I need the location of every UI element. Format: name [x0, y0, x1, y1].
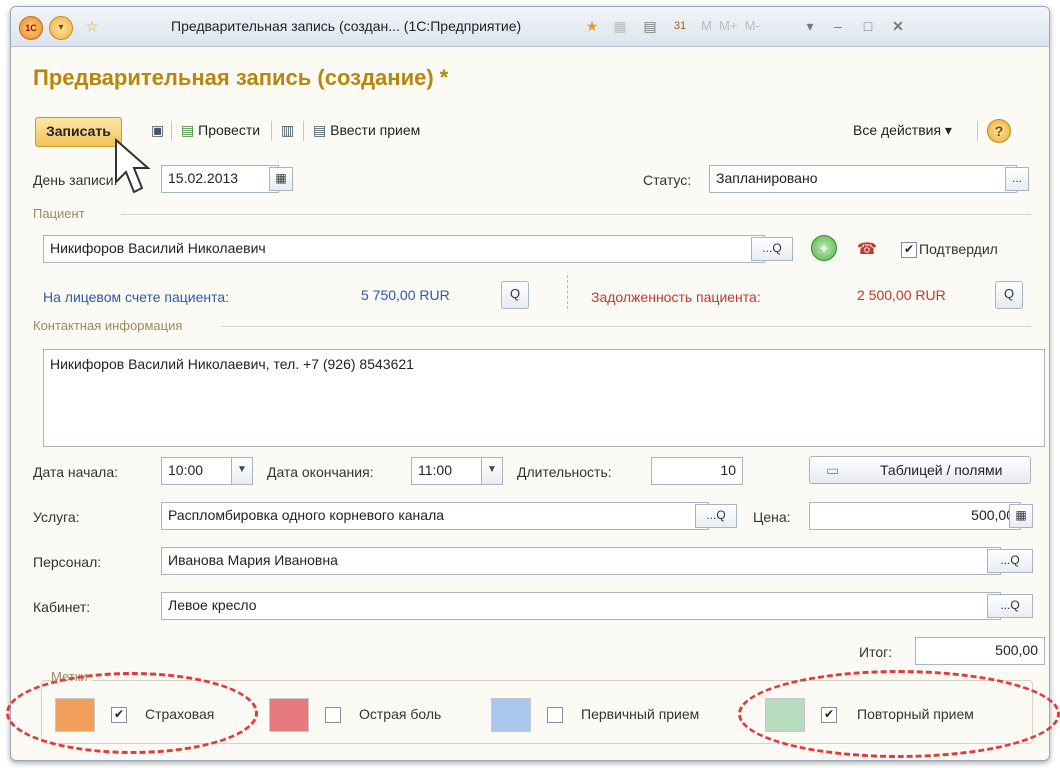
window-title: Предварительная запись (создан... (1С:Пр… — [171, 18, 522, 34]
link-icon[interactable]: ▦ — [611, 17, 629, 35]
confirmed-label: Подтвердил — [919, 241, 998, 257]
duration-field[interactable]: 10 — [651, 457, 743, 485]
calendar-icon[interactable]: 31 — [671, 17, 689, 35]
start-time-field[interactable]: 10:00 — [161, 457, 241, 485]
mem-label: M — [701, 18, 712, 33]
balance-value: 5 750,00 RUR — [361, 287, 450, 303]
post-icon: ▤ — [181, 122, 195, 138]
contact-textarea[interactable]: Никифоров Василий Николаевич, тел. +7 (9… — [43, 349, 1045, 447]
confirmed-checkbox[interactable]: ✔ — [901, 242, 917, 258]
phone-icon[interactable]: ☎ — [857, 239, 879, 258]
restore-icon[interactable]: □ — [859, 17, 877, 35]
cabinet-field[interactable]: Левое кресло — [161, 592, 1001, 620]
patient-group-title: Пациент — [33, 206, 89, 221]
save-button[interactable]: Записать — [35, 117, 122, 147]
search-icon: Q — [716, 508, 726, 522]
cabinet-select-button[interactable]: ...Q — [987, 594, 1033, 618]
report-icon[interactable]: ▥ — [281, 122, 294, 139]
cursor-icon — [112, 137, 152, 198]
add-icon[interactable]: + — [811, 235, 837, 261]
debt-label: Задолженность пациента: — [591, 289, 761, 305]
mark-color-swatch — [491, 698, 531, 732]
service-label: Услуга: — [33, 509, 80, 525]
balance-label: На лицевом счете пациента: — [43, 289, 230, 305]
calendar-icon[interactable]: ▦ — [269, 167, 293, 191]
end-time-field[interactable]: 11:00 — [411, 457, 491, 485]
status-select-button[interactable]: ... — [1005, 167, 1029, 191]
record-day-label: День записи: — [33, 172, 118, 188]
contact-group-title: Контактная информация — [33, 318, 187, 333]
menu-icon[interactable]: ▾ — [49, 16, 73, 40]
table-icon: ▭ — [826, 462, 840, 478]
debt-search-button[interactable]: Q — [995, 281, 1023, 309]
search-icon: Q — [1010, 553, 1020, 567]
duration-label: Длительность: — [517, 464, 612, 480]
balance-search-button[interactable]: Q — [501, 281, 529, 309]
close-icon[interactable]: ✕ — [889, 17, 907, 35]
ellipsis: ... — [762, 241, 773, 255]
ellipsis: ... — [706, 508, 717, 522]
document-icon: ▤ — [313, 122, 327, 138]
status-field[interactable]: Запланировано — [709, 165, 1017, 193]
highlight-ellipse-left — [6, 672, 258, 754]
table-fields-label: Таблицей / полями — [880, 462, 1003, 478]
favorite-icon[interactable]: ★ — [583, 17, 601, 35]
end-time-dropdown[interactable]: ▼ — [481, 457, 503, 485]
all-actions-button[interactable]: Все действия ▾ — [853, 122, 952, 139]
total-label: Итог: — [859, 644, 893, 660]
end-label: Дата окончания: — [267, 464, 374, 480]
search-icon: Q — [1010, 598, 1020, 612]
post-label: Провести — [198, 122, 261, 138]
ellipsis: ... — [1000, 598, 1011, 612]
mem-label: M+ — [719, 18, 738, 33]
staff-field[interactable]: Иванова Мария Ивановна — [161, 547, 1001, 575]
minimize-icon[interactable]: – — [829, 17, 847, 35]
search-icon: Q — [1003, 286, 1015, 301]
service-field[interactable]: Распломбировка одного корневого канала — [161, 502, 709, 530]
cabinet-label: Кабинет: — [33, 599, 91, 615]
record-day-field[interactable]: 15.02.2013 — [161, 165, 279, 193]
save-disk-icon[interactable]: ▣ — [151, 122, 164, 139]
staff-select-button[interactable]: ...Q — [987, 549, 1033, 573]
total-field: 500,00 — [915, 637, 1045, 665]
page-title: Предварительная запись (создание) * — [33, 65, 449, 90]
enter-visit-button[interactable]: ▤ Ввести прием — [313, 122, 420, 139]
mark-checkbox-acute-pain[interactable] — [325, 707, 341, 723]
mark-color-swatch — [269, 698, 309, 732]
contact-text: Никифоров Василий Николаевич, тел. +7 (9… — [50, 356, 414, 372]
search-icon: Q — [772, 241, 782, 255]
title-bar: 1C ▾ ☆ Предварительная запись (создан...… — [11, 7, 1049, 47]
app-window: 1C ▾ ☆ Предварительная запись (создан...… — [10, 6, 1050, 761]
table-fields-button[interactable]: ▭ Таблицей / полями — [809, 456, 1031, 484]
price-label: Цена: — [753, 509, 791, 525]
service-select-button[interactable]: ...Q — [695, 504, 737, 528]
memory-icon[interactable]: M M+ M- — [701, 17, 781, 35]
patient-field[interactable]: Никифоров Василий Николаевич — [43, 235, 765, 263]
calculator-icon[interactable]: ▤ — [641, 17, 659, 35]
start-label: Дата начала: — [33, 464, 119, 480]
mem-label: M- — [744, 18, 760, 33]
highlight-ellipse-right — [738, 670, 1060, 758]
ellipsis: ... — [1000, 553, 1011, 567]
search-icon: Q — [509, 286, 521, 301]
mark-label: Острая боль — [359, 706, 442, 722]
debt-value: 2 500,00 RUR — [857, 287, 946, 303]
staff-label: Персонал: — [33, 554, 102, 570]
calculator-icon[interactable]: ▦ — [1009, 504, 1033, 528]
start-time-dropdown[interactable]: ▼ — [231, 457, 253, 485]
enter-visit-label: Ввести прием — [330, 122, 421, 138]
status-label: Статус: — [643, 172, 692, 188]
price-field[interactable]: 500,00 — [809, 502, 1021, 530]
mark-label: Первичный прием — [581, 706, 700, 722]
star-icon[interactable]: ☆ — [83, 17, 101, 35]
chevron-down-icon[interactable]: ▾ — [801, 17, 819, 35]
help-icon[interactable]: ? — [987, 119, 1011, 143]
mark-checkbox-primary-visit[interactable] — [547, 707, 563, 723]
1c-logo-icon[interactable]: 1C — [19, 16, 43, 40]
patient-select-button[interactable]: ...Q — [751, 237, 793, 261]
post-button[interactable]: ▤ Провести — [181, 122, 260, 139]
